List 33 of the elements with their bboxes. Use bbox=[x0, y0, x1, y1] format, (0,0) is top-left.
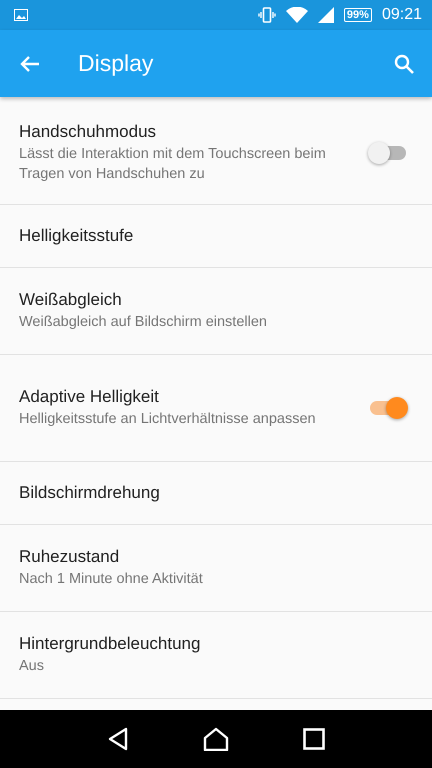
wifi-icon bbox=[286, 6, 308, 24]
arrow-left-icon bbox=[20, 54, 40, 72]
search-icon bbox=[394, 54, 414, 74]
setting-title: Handschuhmodus bbox=[19, 122, 158, 142]
toggle-switch[interactable] bbox=[368, 140, 408, 164]
settings-item[interactable]: Hintergrundbeleuchtung Aus bbox=[0, 612, 432, 699]
setting-summary: Helligkeitsstufe an Lichtverhältnisse anpassen bbox=[19, 410, 317, 429]
home-icon[interactable] bbox=[203, 727, 229, 751]
image-icon bbox=[14, 9, 28, 21]
toggle-switch[interactable] bbox=[368, 396, 408, 420]
clock: 09:21 bbox=[382, 6, 422, 24]
recents-icon[interactable] bbox=[303, 728, 325, 750]
settings-item[interactable]: Adaptive Helligkeit Helligkeitsstufe an Lichtverhältnisse anpassen bbox=[0, 355, 432, 462]
setting-summary: Aus bbox=[19, 657, 45, 676]
settings-item[interactable]: Ruhezustand Nach 1 Minute ohne Aktivität bbox=[0, 525, 432, 612]
battery-indicator: 99% bbox=[344, 8, 372, 22]
setting-title: Bildschirmdrehung bbox=[19, 483, 161, 503]
settings-item[interactable]: Handschuhmodus Lässt die Interaktion mit dem Touchscreen beim Tragen von Handschuhen zu bbox=[0, 101, 432, 205]
setting-title: Helligkeitsstufe bbox=[19, 226, 134, 246]
settings-item[interactable]: Weißabgleich Weißabgleich auf Bildschirm einstellen bbox=[0, 268, 432, 355]
setting-summary: Lässt die Interaktion mit dem Touchscreen beim Tragen von Handschuhen zu bbox=[19, 144, 327, 184]
setting-title: Ruhezustand bbox=[19, 547, 120, 567]
setting-title: Weißabgleich bbox=[19, 290, 123, 310]
signal-icon bbox=[318, 7, 334, 23]
setting-title: Hintergrundbeleuchtung bbox=[19, 634, 202, 654]
setting-summary: Weißabgleich auf Bildschirm einstellen bbox=[19, 313, 268, 332]
setting-title: Adaptive Helligkeit bbox=[19, 387, 160, 407]
settings-item[interactable]: Helligkeitsstufe bbox=[0, 205, 432, 268]
back-nav-icon[interactable] bbox=[107, 727, 129, 751]
screen-title: Display bbox=[78, 50, 154, 77]
vibrate-icon bbox=[258, 7, 276, 23]
settings-item[interactable]: Bildschirmdrehung bbox=[0, 462, 432, 525]
setting-summary: Nach 1 Minute ohne Aktivität bbox=[19, 570, 204, 589]
